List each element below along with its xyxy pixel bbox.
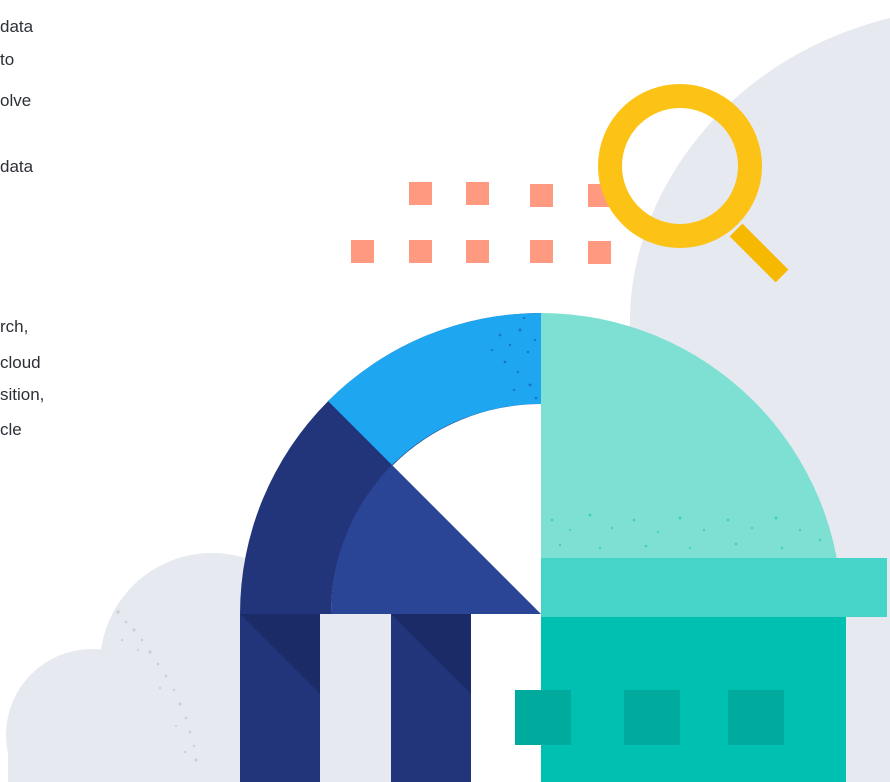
hero-illustration	[6, 18, 890, 782]
server-slot	[728, 690, 784, 745]
salmon-dot-grid	[351, 182, 611, 264]
navy-columns	[240, 614, 541, 782]
server-rack	[515, 617, 846, 782]
server-slot	[624, 690, 680, 745]
server-slot	[515, 690, 571, 745]
server-rack-roof	[541, 558, 887, 617]
